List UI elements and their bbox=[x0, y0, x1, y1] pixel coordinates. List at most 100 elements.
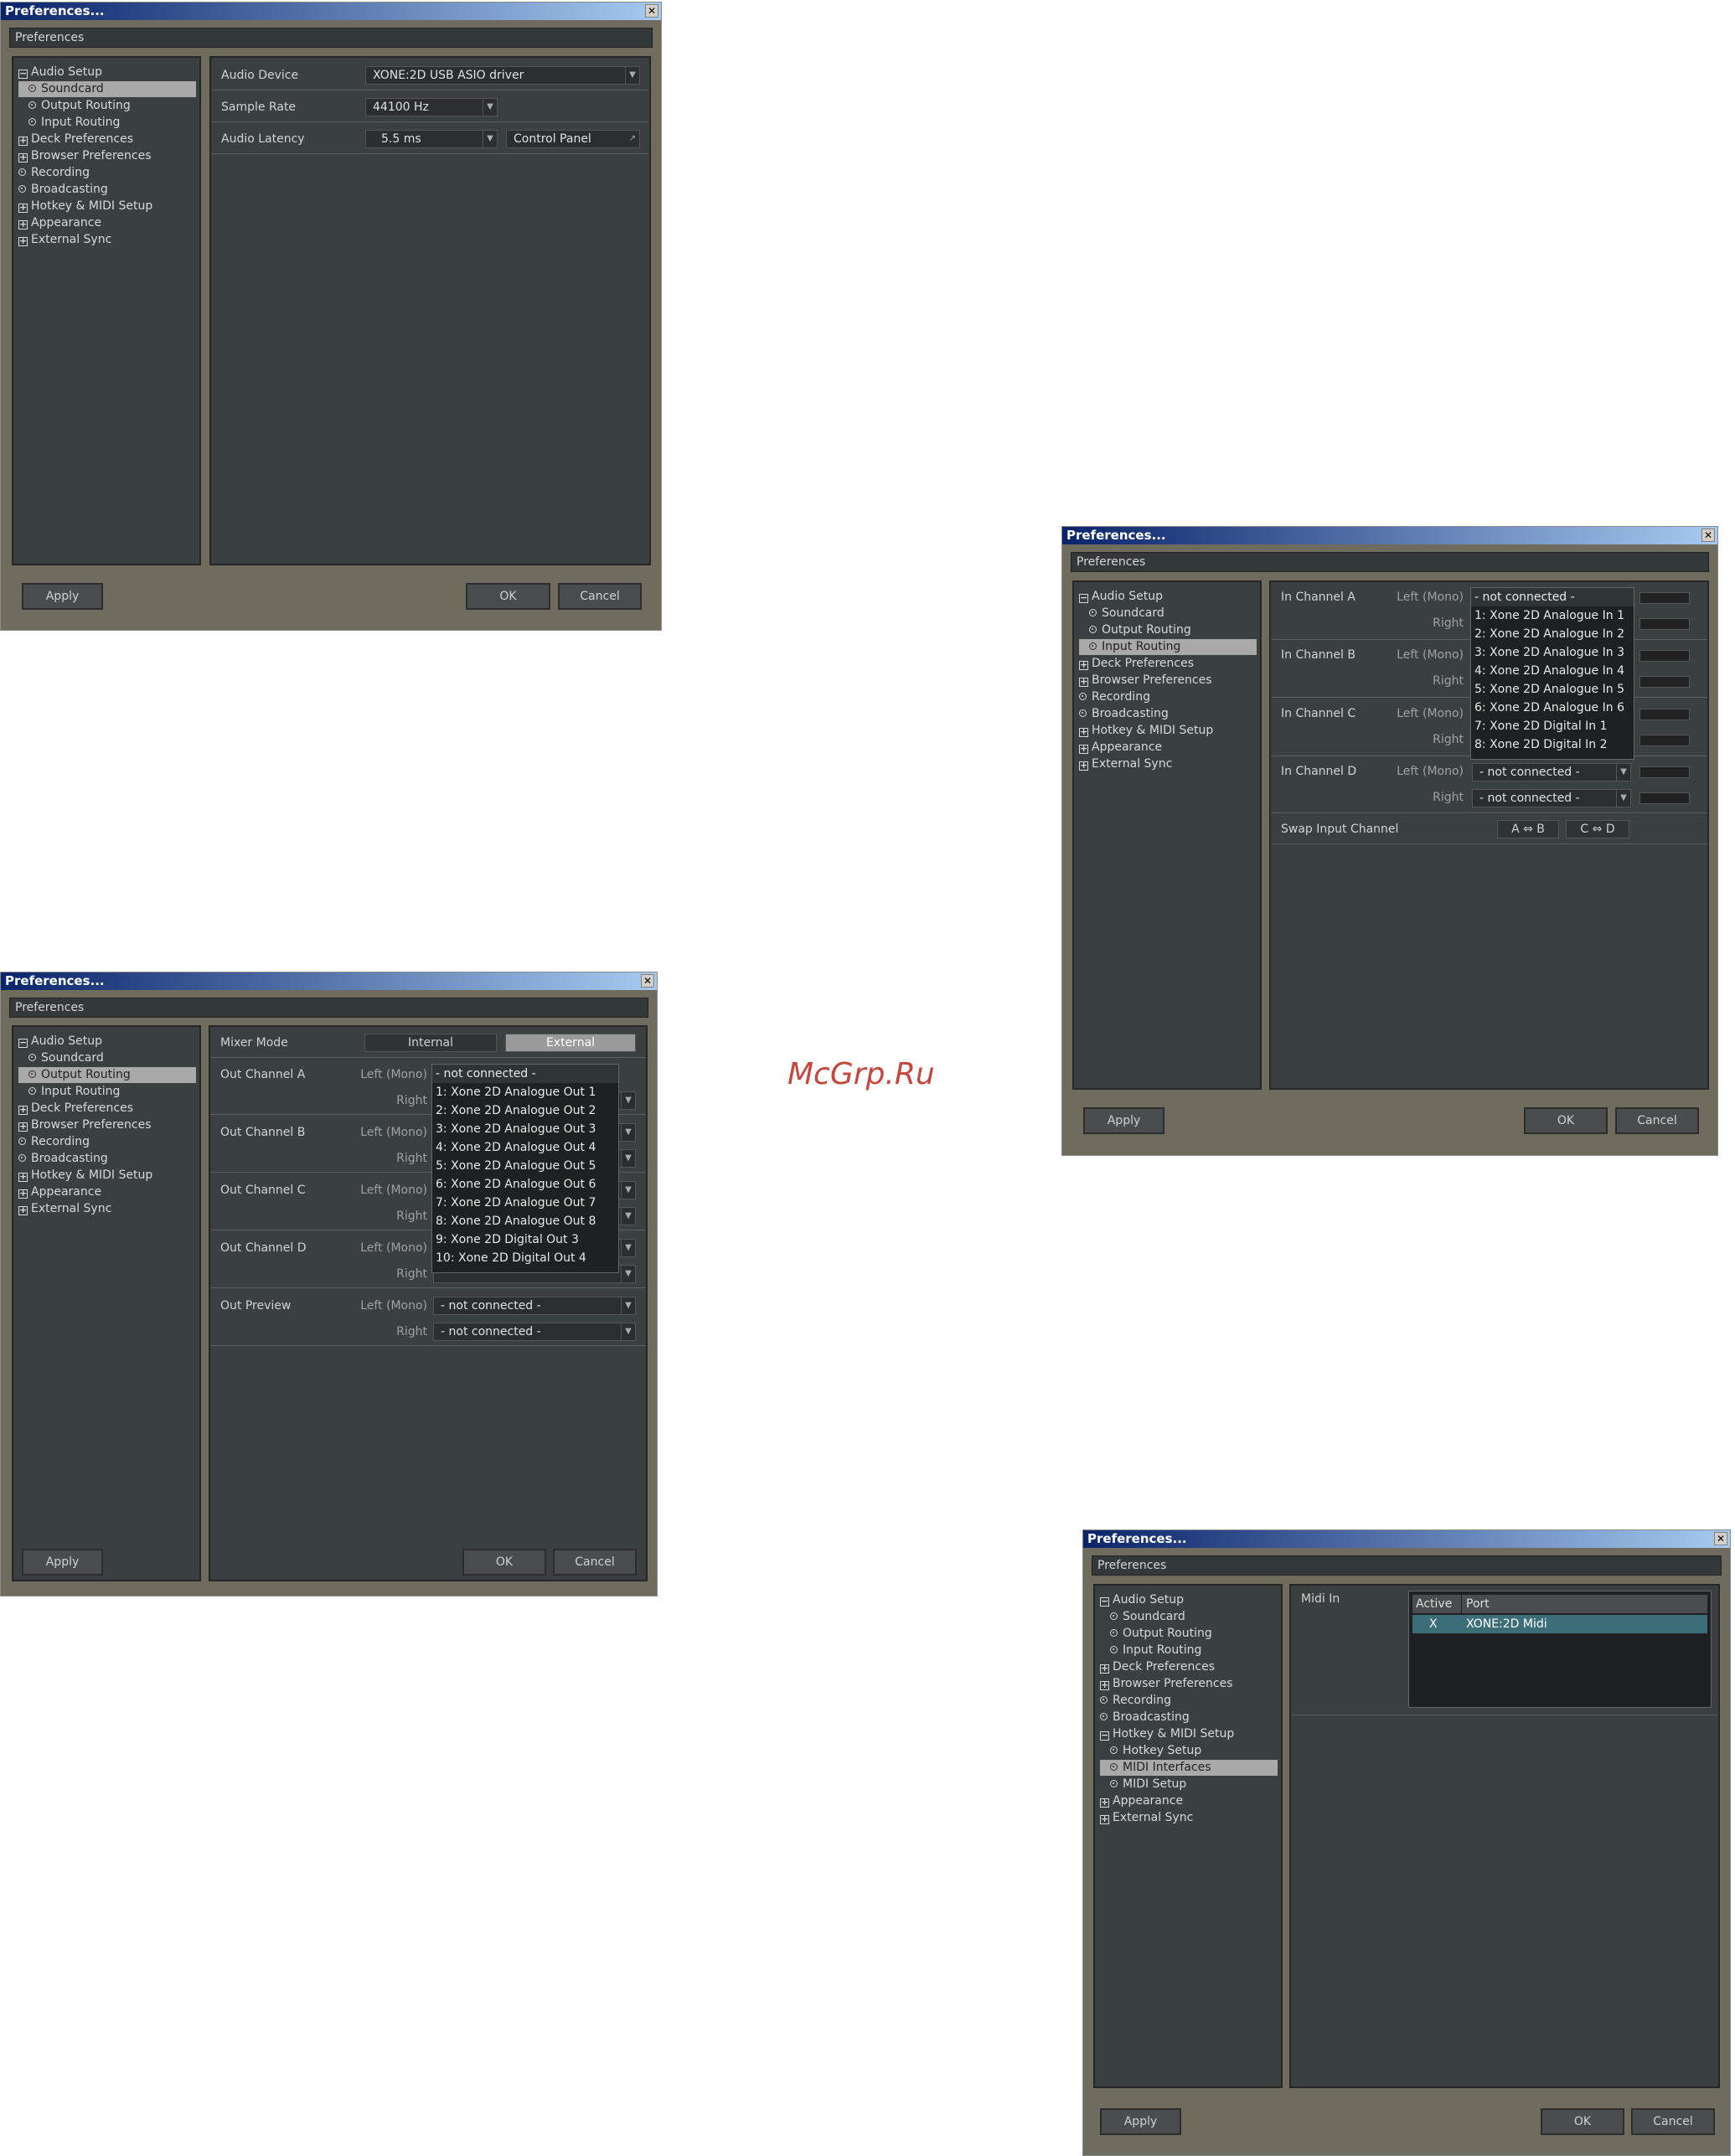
close-icon[interactable]: ✕ bbox=[1714, 1532, 1727, 1545]
close-icon[interactable]: ✕ bbox=[645, 4, 658, 18]
tree-item-soundcard[interactable]: Soundcard bbox=[18, 1050, 196, 1066]
collapse-icon[interactable]: − bbox=[18, 1038, 28, 1048]
tree-item-audio-setup[interactable]: − Audio Setup bbox=[18, 1034, 196, 1050]
tree-item-appearance[interactable]: + Appearance bbox=[18, 1184, 196, 1200]
collapse-icon[interactable]: − bbox=[18, 69, 28, 79]
mixer-mode-internal[interactable]: Internal bbox=[364, 1034, 497, 1052]
input-source-popup[interactable]: - not connected - 1: Xone 2D Analogue In… bbox=[1470, 587, 1634, 760]
tree-item-broadcasting[interactable]: Broadcasting bbox=[1100, 1710, 1278, 1725]
expand-icon[interactable]: + bbox=[1079, 744, 1088, 754]
cancel-button[interactable]: Cancel bbox=[1631, 2108, 1715, 2135]
ok-button[interactable]: OK bbox=[462, 1549, 546, 1576]
expand-icon[interactable]: + bbox=[18, 1205, 28, 1215]
expand-icon[interactable]: + bbox=[18, 236, 28, 246]
tree-item-broadcasting[interactable]: Broadcasting bbox=[1079, 706, 1257, 722]
in-channel-d-right-dropdown[interactable]: - not connected - ▼ bbox=[1472, 789, 1631, 807]
control-panel-button[interactable]: Control Panel ↗ bbox=[506, 130, 640, 148]
tree-item-appearance[interactable]: + Appearance bbox=[1079, 740, 1257, 756]
tree-item-broadcasting[interactable]: Broadcasting bbox=[18, 1151, 196, 1167]
mixer-mode-external[interactable]: External bbox=[505, 1034, 636, 1052]
tree-item-recording[interactable]: Recording bbox=[1079, 689, 1257, 705]
window-titlebar[interactable]: Preferences... bbox=[1083, 1530, 1730, 1548]
expand-icon[interactable]: + bbox=[18, 1172, 28, 1182]
tree-item-audio-setup[interactable]: − Audio Setup bbox=[1100, 1592, 1278, 1608]
out-preview-right-dropdown[interactable]: - not connected - ▼ bbox=[433, 1323, 636, 1341]
tree-item-input-routing[interactable]: Input Routing bbox=[18, 115, 196, 131]
tree-item-input-routing[interactable]: Input Routing bbox=[1079, 639, 1257, 655]
row-active-mark[interactable]: X bbox=[1429, 1615, 1438, 1633]
option[interactable]: 3: Xone 2D Analogue In 3 bbox=[1471, 643, 1634, 662]
column-port[interactable]: Port bbox=[1466, 1595, 1490, 1613]
sample-rate-dropdown[interactable]: 44100 Hz ▼ bbox=[365, 98, 498, 116]
option[interactable]: 8: Xone 2D Analogue Out 8 bbox=[432, 1212, 618, 1230]
option[interactable]: 5: Xone 2D Analogue Out 5 bbox=[432, 1157, 618, 1175]
tree-item-audio-setup[interactable]: − Audio Setup bbox=[1079, 589, 1257, 605]
option[interactable]: 10: Xone 2D Digital Out 4 bbox=[432, 1249, 618, 1267]
tree-item-soundcard[interactable]: Soundcard bbox=[1079, 606, 1257, 622]
table-row[interactable]: X XONE:2D Midi bbox=[1412, 1615, 1707, 1633]
tree-item-hotkey-midi-setup[interactable]: + Hotkey & MIDI Setup bbox=[1079, 723, 1257, 739]
expand-icon[interactable]: + bbox=[18, 1122, 28, 1132]
apply-button[interactable]: Apply bbox=[22, 583, 103, 610]
tree-item-output-routing[interactable]: Output Routing bbox=[1079, 622, 1257, 638]
tree-item-appearance[interactable]: + Appearance bbox=[18, 215, 196, 231]
tree-item-output-routing[interactable]: Output Routing bbox=[1100, 1626, 1278, 1642]
window-titlebar[interactable]: Preferences... bbox=[1, 972, 657, 990]
tree-item-deck-preferences[interactable]: + Deck Preferences bbox=[1100, 1659, 1278, 1675]
tree-item-external-sync[interactable]: + External Sync bbox=[18, 232, 196, 248]
window-titlebar[interactable]: Preferences... bbox=[1062, 527, 1717, 544]
collapse-icon[interactable]: − bbox=[1100, 1596, 1109, 1607]
tree-item-hotkey-midi-setup[interactable]: − Hotkey & MIDI Setup bbox=[1100, 1726, 1278, 1742]
ok-button[interactable]: OK bbox=[1524, 1107, 1608, 1134]
ok-button[interactable]: OK bbox=[1541, 2108, 1624, 2135]
option[interactable]: 2: Xone 2D Analogue Out 2 bbox=[432, 1101, 618, 1120]
tree-item-external-sync[interactable]: + External Sync bbox=[1100, 1810, 1278, 1826]
option[interactable]: 2: Xone 2D Analogue In 2 bbox=[1471, 625, 1634, 643]
option[interactable]: 7: Xone 2D Digital In 1 bbox=[1471, 717, 1634, 735]
tree-item-browser-preferences[interactable]: + Browser Preferences bbox=[18, 1117, 196, 1133]
cancel-button[interactable]: Cancel bbox=[558, 583, 642, 610]
apply-button[interactable]: Apply bbox=[22, 1549, 103, 1576]
collapse-icon[interactable]: − bbox=[1079, 593, 1088, 603]
option[interactable]: 7: Xone 2D Analogue Out 7 bbox=[432, 1194, 618, 1212]
in-channel-d-left-dropdown[interactable]: - not connected - ▼ bbox=[1472, 763, 1631, 781]
out-preview-left-dropdown[interactable]: - not connected - ▼ bbox=[433, 1297, 636, 1315]
tree-item-browser-preferences[interactable]: + Browser Preferences bbox=[1079, 673, 1257, 689]
apply-button[interactable]: Apply bbox=[1083, 1107, 1164, 1134]
expand-icon[interactable]: + bbox=[18, 1105, 28, 1115]
expand-icon[interactable]: + bbox=[1100, 1680, 1109, 1690]
close-icon[interactable]: ✕ bbox=[641, 974, 654, 988]
expand-icon[interactable]: + bbox=[18, 136, 28, 146]
option[interactable]: 4: Xone 2D Analogue In 4 bbox=[1471, 662, 1634, 680]
column-active[interactable]: Active bbox=[1416, 1595, 1452, 1613]
tree-item-soundcard[interactable]: Soundcard bbox=[1100, 1609, 1278, 1625]
audio-device-dropdown[interactable]: XONE:2D USB ASIO driver ▼ bbox=[365, 66, 640, 85]
tree-item-midi-interfaces[interactable]: MIDI Interfaces bbox=[1100, 1760, 1278, 1776]
tree-item-appearance[interactable]: + Appearance bbox=[1100, 1793, 1278, 1809]
option[interactable]: 1: Xone 2D Analogue Out 1 bbox=[432, 1083, 618, 1101]
tree-item-output-routing[interactable]: Output Routing bbox=[18, 98, 196, 114]
tree-item-recording[interactable]: Recording bbox=[18, 1134, 196, 1150]
expand-icon[interactable]: + bbox=[18, 219, 28, 230]
cancel-button[interactable]: Cancel bbox=[1615, 1107, 1699, 1134]
option[interactable]: 1: Xone 2D Analogue In 1 bbox=[1471, 606, 1634, 625]
expand-icon[interactable]: + bbox=[1079, 761, 1088, 771]
expand-icon[interactable]: + bbox=[1100, 1663, 1109, 1674]
ok-button[interactable]: OK bbox=[466, 583, 550, 610]
window-titlebar[interactable]: Preferences... bbox=[1, 3, 661, 20]
option[interactable]: 3: Xone 2D Analogue Out 3 bbox=[432, 1120, 618, 1138]
expand-icon[interactable]: + bbox=[1100, 1798, 1109, 1808]
output-target-popup[interactable]: - not connected - 1: Xone 2D Analogue Ou… bbox=[431, 1064, 619, 1273]
tree-item-external-sync[interactable]: + External Sync bbox=[18, 1201, 196, 1217]
swap-cd-button[interactable]: C ⇔ D bbox=[1566, 820, 1629, 838]
tree-item-recording[interactable]: Recording bbox=[1100, 1693, 1278, 1709]
collapse-icon[interactable]: − bbox=[1100, 1730, 1109, 1741]
tree-item-deck-preferences[interactable]: + Deck Preferences bbox=[1079, 656, 1257, 672]
tree-item-deck-preferences[interactable]: + Deck Preferences bbox=[18, 132, 196, 147]
tree-item-midi-setup[interactable]: MIDI Setup bbox=[1100, 1777, 1278, 1792]
expand-icon[interactable]: + bbox=[1100, 1814, 1109, 1824]
expand-icon[interactable]: + bbox=[1079, 660, 1088, 670]
tree-item-hotkey-midi-setup[interactable]: + Hotkey & MIDI Setup bbox=[18, 1168, 196, 1184]
tree-item-recording[interactable]: Recording bbox=[18, 165, 196, 181]
option[interactable]: 6: Xone 2D Analogue Out 6 bbox=[432, 1175, 618, 1194]
